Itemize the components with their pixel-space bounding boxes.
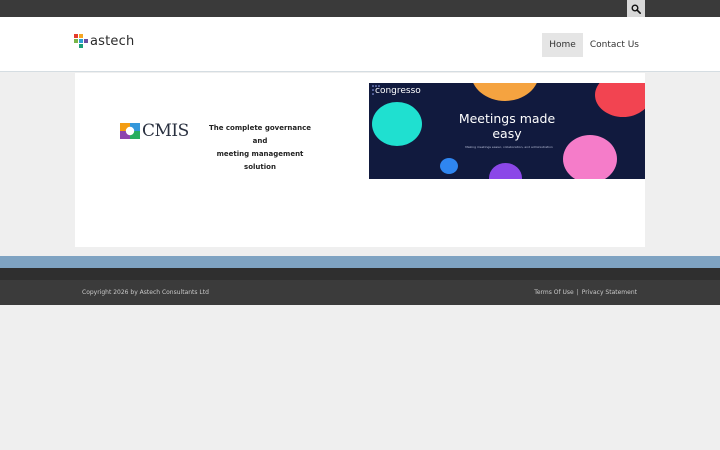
cmis-tagline-line1: The complete governance and — [208, 124, 312, 145]
footer-links: Terms Of Use | Privacy Statement — [534, 289, 637, 296]
decor-circle-orange — [471, 83, 539, 101]
nav-contact-us[interactable]: Contact Us — [583, 33, 646, 57]
cmis-logo-text: CMIS — [142, 121, 189, 141]
congresso-brand: congresso — [375, 86, 421, 96]
cmis-tagline: The complete governance and meeting mana… — [205, 122, 315, 174]
decor-circle-red — [595, 83, 645, 117]
congresso-title-line2: easy — [492, 126, 522, 141]
site-header: astech Home Contact Us — [0, 17, 720, 72]
astech-logo-mark-icon — [74, 34, 88, 48]
cmis-logo-mark-icon — [120, 123, 140, 139]
footer-separator: | — [576, 289, 579, 296]
nav-home[interactable]: Home — [542, 33, 583, 57]
cmis-tagline-line2: meeting management solution — [216, 150, 304, 171]
astech-logo[interactable]: astech — [74, 32, 134, 50]
decor-circle-blue — [440, 158, 458, 174]
privacy-statement-link[interactable]: Privacy Statement — [582, 289, 637, 296]
decor-circle-pink — [563, 135, 617, 179]
copyright-text: Copyright 2026 by Astech Consultants Ltd — [82, 289, 209, 296]
search-icon — [631, 4, 641, 14]
decor-circle-teal — [372, 102, 422, 146]
main-nav: Home Contact Us — [542, 33, 646, 57]
main-content: CMIS The complete governance and meeting… — [75, 73, 645, 247]
congresso-title: Meetings made easy — [437, 111, 577, 141]
congresso-banner[interactable]: congresso Meetings made easy Making meet… — [369, 83, 645, 179]
terms-of-use-link[interactable]: Terms Of Use — [534, 289, 574, 296]
congresso-title-line1: Meetings made — [458, 111, 556, 126]
congresso-subtitle: Making meetings easier, collaboration, a… — [465, 145, 553, 149]
logo-text: astech — [90, 33, 135, 49]
decor-circle-purple — [489, 163, 522, 179]
site-footer: Copyright 2026 by Astech Consultants Ltd… — [0, 268, 720, 305]
footer-accent-band — [0, 256, 720, 268]
cmis-logo[interactable]: CMIS — [120, 121, 189, 141]
top-bar — [0, 0, 720, 17]
search-button[interactable] — [627, 0, 645, 17]
